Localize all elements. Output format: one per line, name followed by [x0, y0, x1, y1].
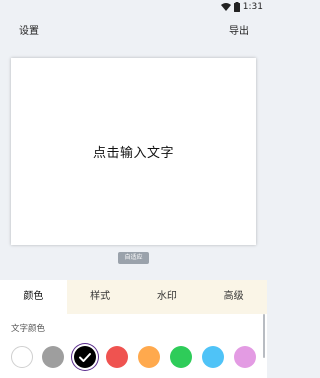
swatch-green[interactable] [170, 346, 192, 368]
export-button[interactable]: 导出 [229, 24, 249, 40]
auto-fit-button[interactable]: 自适应 [118, 252, 149, 264]
status-bar: 1:31 [0, 0, 267, 14]
swatch-white[interactable] [11, 346, 33, 368]
swatch-pink[interactable] [234, 346, 256, 368]
canvas-placeholder-text[interactable]: 点击输入文字 [93, 142, 174, 161]
status-icons: 1:31 [220, 1, 263, 13]
top-toolbar: 设置 导出 [0, 14, 267, 50]
text-color-label: 文字颜色 [11, 324, 46, 334]
tab-bar: 颜色 样式 水印 高级 [0, 280, 267, 314]
swatch-orange[interactable] [138, 346, 160, 368]
tab-color[interactable]: 颜色 [0, 280, 67, 314]
tab-style[interactable]: 样式 [67, 280, 134, 314]
text-canvas[interactable]: 点击输入文字 [11, 58, 256, 245]
settings-button[interactable]: 设置 [19, 24, 39, 40]
status-time: 1:31 [242, 2, 263, 12]
swatch-gray[interactable] [42, 346, 64, 368]
swatch-blue[interactable] [202, 346, 224, 368]
swatch-red[interactable] [106, 346, 128, 368]
tab-advanced[interactable]: 高级 [200, 280, 267, 314]
checkmark-icon [79, 353, 91, 362]
battery-icon [233, 2, 240, 12]
swatch-black[interactable] [74, 346, 96, 368]
wifi-icon [220, 3, 231, 11]
panel-scrollbar[interactable] [263, 314, 265, 358]
color-panel: 文字颜色 [0, 314, 267, 378]
tab-watermark[interactable]: 水印 [134, 280, 201, 314]
